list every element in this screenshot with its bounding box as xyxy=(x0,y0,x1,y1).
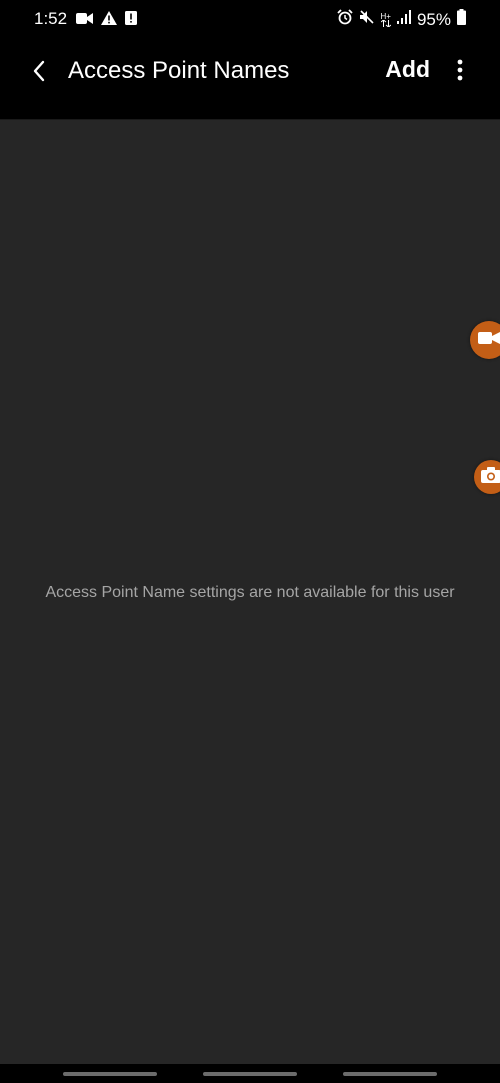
screen-record-bubble[interactable] xyxy=(470,321,500,359)
video-camera-icon xyxy=(76,12,93,30)
chevron-left-icon xyxy=(32,60,46,87)
nav-recent-apps[interactable] xyxy=(63,1072,157,1076)
alert-icon xyxy=(125,11,137,30)
camera-icon xyxy=(481,466,500,488)
battery-icon xyxy=(457,9,466,30)
mute-icon xyxy=(359,9,375,30)
video-record-icon xyxy=(478,331,500,350)
network-type-label: H+ xyxy=(380,11,391,21)
back-button[interactable] xyxy=(22,56,56,90)
screen: 1:52 H+ 95% Access Point Names Add Acces… xyxy=(0,0,500,1083)
network-h-plus-icon: H+ xyxy=(380,11,391,27)
screenshot-bubble[interactable] xyxy=(474,460,500,494)
add-button[interactable]: Add xyxy=(385,56,430,83)
empty-state-message: Access Point Name settings are not avail… xyxy=(45,584,455,601)
page-title: Access Point Names xyxy=(68,57,290,84)
nav-back[interactable] xyxy=(343,1072,437,1076)
battery-percent: 95% xyxy=(416,9,451,29)
more-vertical-icon xyxy=(457,59,463,86)
navigation-bar xyxy=(0,1064,500,1083)
alarm-icon xyxy=(336,9,353,30)
status-time: 1:52 xyxy=(34,9,68,28)
warning-icon xyxy=(101,11,117,30)
content-area: Access Point Name settings are not avail… xyxy=(0,120,500,1064)
app-bar: Access Point Names Add xyxy=(0,38,500,120)
status-bar: 1:52 H+ 95% xyxy=(0,0,500,38)
status-right-icons: H+ 95% xyxy=(336,9,466,30)
nav-home[interactable] xyxy=(203,1072,297,1076)
more-options-button[interactable] xyxy=(446,56,474,88)
signal-icon xyxy=(396,10,411,29)
status-left-icons xyxy=(76,11,137,30)
